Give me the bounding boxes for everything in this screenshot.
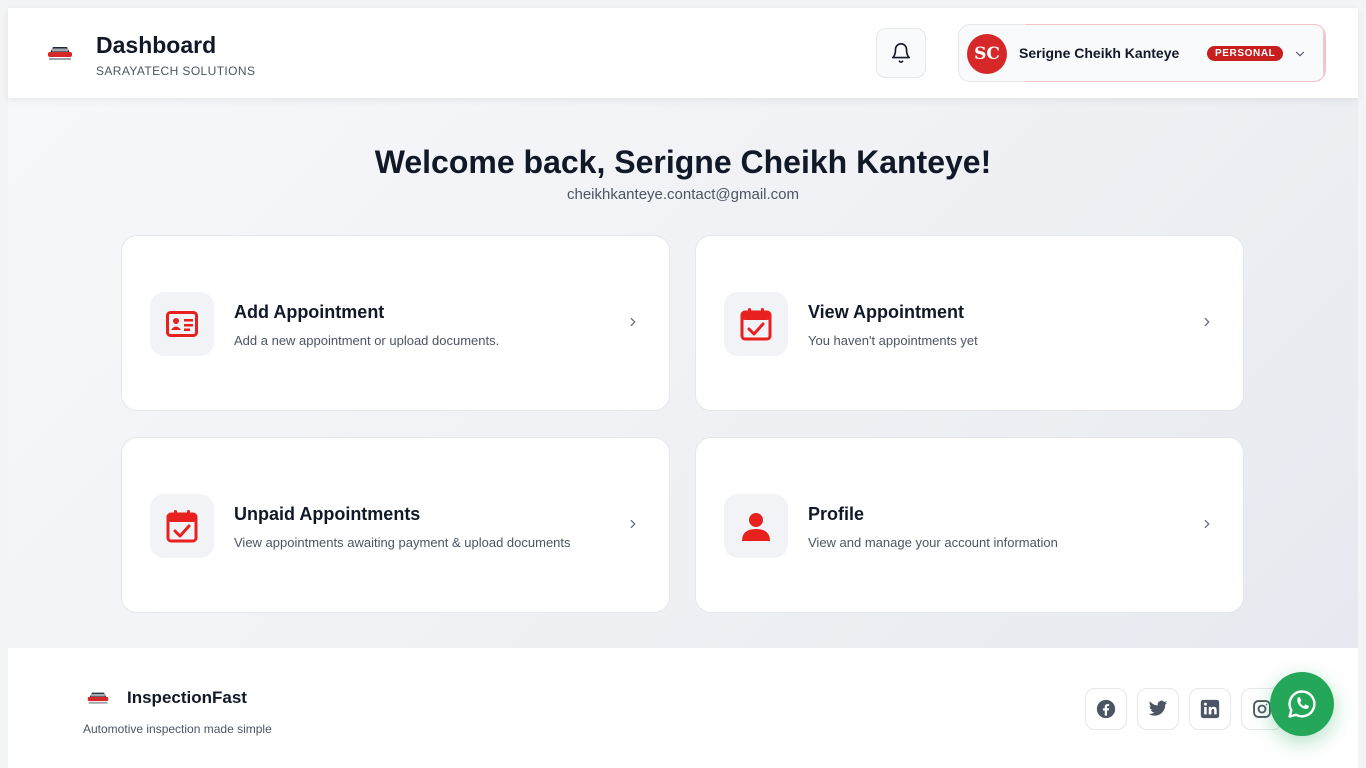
chevron-right-icon: [1204, 519, 1210, 529]
chevron-right-icon: [630, 317, 636, 327]
page: Dashboard SARAYATECH SOLUTIONS SC Serign…: [8, 8, 1358, 768]
card-description: Add a new appointment or upload document…: [234, 333, 500, 348]
brand-logo-icon: [87, 692, 109, 704]
calendar-check-icon: [740, 308, 772, 341]
user-menu-button[interactable]: SC Serigne Cheikh Kanteye PERSONAL: [958, 24, 1326, 82]
chevron-right-icon: [1204, 317, 1210, 327]
view-appointment-card[interactable]: View Appointment You haven't appointment…: [695, 235, 1244, 411]
user-name: Serigne Cheikh Kanteye: [1019, 45, 1180, 61]
chevron-right-icon: [630, 519, 636, 529]
twitter-icon: [1148, 700, 1168, 716]
card-description: View appointments awaiting payment & upl…: [234, 535, 571, 550]
whatsapp-icon: [1288, 690, 1316, 718]
main-content: Welcome back, Serigne Cheikh Kanteye! ch…: [8, 98, 1358, 648]
avatar: SC: [967, 34, 1007, 74]
bell-icon: [891, 43, 911, 63]
user-email: cheikhkanteye.contact@gmail.com: [566, 186, 799, 203]
chevron-down-icon: [1295, 51, 1305, 57]
card-title: View Appointment: [808, 302, 965, 322]
unpaid-appointments-card[interactable]: Unpaid Appointments View appointments aw…: [121, 437, 670, 613]
facebook-icon: [1096, 699, 1116, 719]
footer-tagline: Automotive inspection made simple: [83, 722, 272, 736]
whatsapp-chat-button[interactable]: [1270, 672, 1334, 736]
card-icon-box: [724, 292, 788, 356]
top-header: Dashboard SARAYATECH SOLUTIONS SC Serign…: [8, 8, 1358, 98]
card-title: Add Appointment: [234, 302, 385, 322]
instagram-icon: [1253, 700, 1271, 718]
footer-brand-name: InspectionFast: [127, 688, 247, 707]
calendar-check-icon: [166, 510, 198, 543]
facebook-link[interactable]: [1085, 688, 1127, 730]
brand-logo-icon: [48, 47, 72, 60]
notifications-button[interactable]: [876, 28, 926, 78]
welcome-heading: Welcome back, Serigne Cheikh Kanteye!: [374, 144, 992, 180]
page-title: Dashboard: [96, 32, 217, 58]
card-title: Unpaid Appointments: [234, 504, 421, 524]
account-type-badge: PERSONAL: [1207, 46, 1284, 61]
linkedin-link[interactable]: [1189, 688, 1231, 730]
card-icon-box: [724, 494, 788, 558]
card-icon-box: [150, 292, 214, 356]
linkedin-icon: [1200, 699, 1220, 719]
company-name: SARAYATECH SOLUTIONS: [96, 64, 256, 78]
id-card-icon: [166, 311, 198, 337]
card-icon-box: [150, 494, 214, 558]
twitter-link[interactable]: [1137, 688, 1179, 730]
profile-card[interactable]: Profile View and manage your account inf…: [695, 437, 1244, 613]
footer: InspectionFast Automotive inspection mad…: [8, 648, 1358, 768]
add-appointment-card[interactable]: Add Appointment Add a new appointment or…: [121, 235, 670, 411]
card-title: Profile: [808, 504, 865, 524]
card-description: View and manage your account information: [808, 535, 1058, 550]
user-icon: [742, 513, 770, 541]
card-description: You haven't appointments yet: [808, 333, 978, 348]
